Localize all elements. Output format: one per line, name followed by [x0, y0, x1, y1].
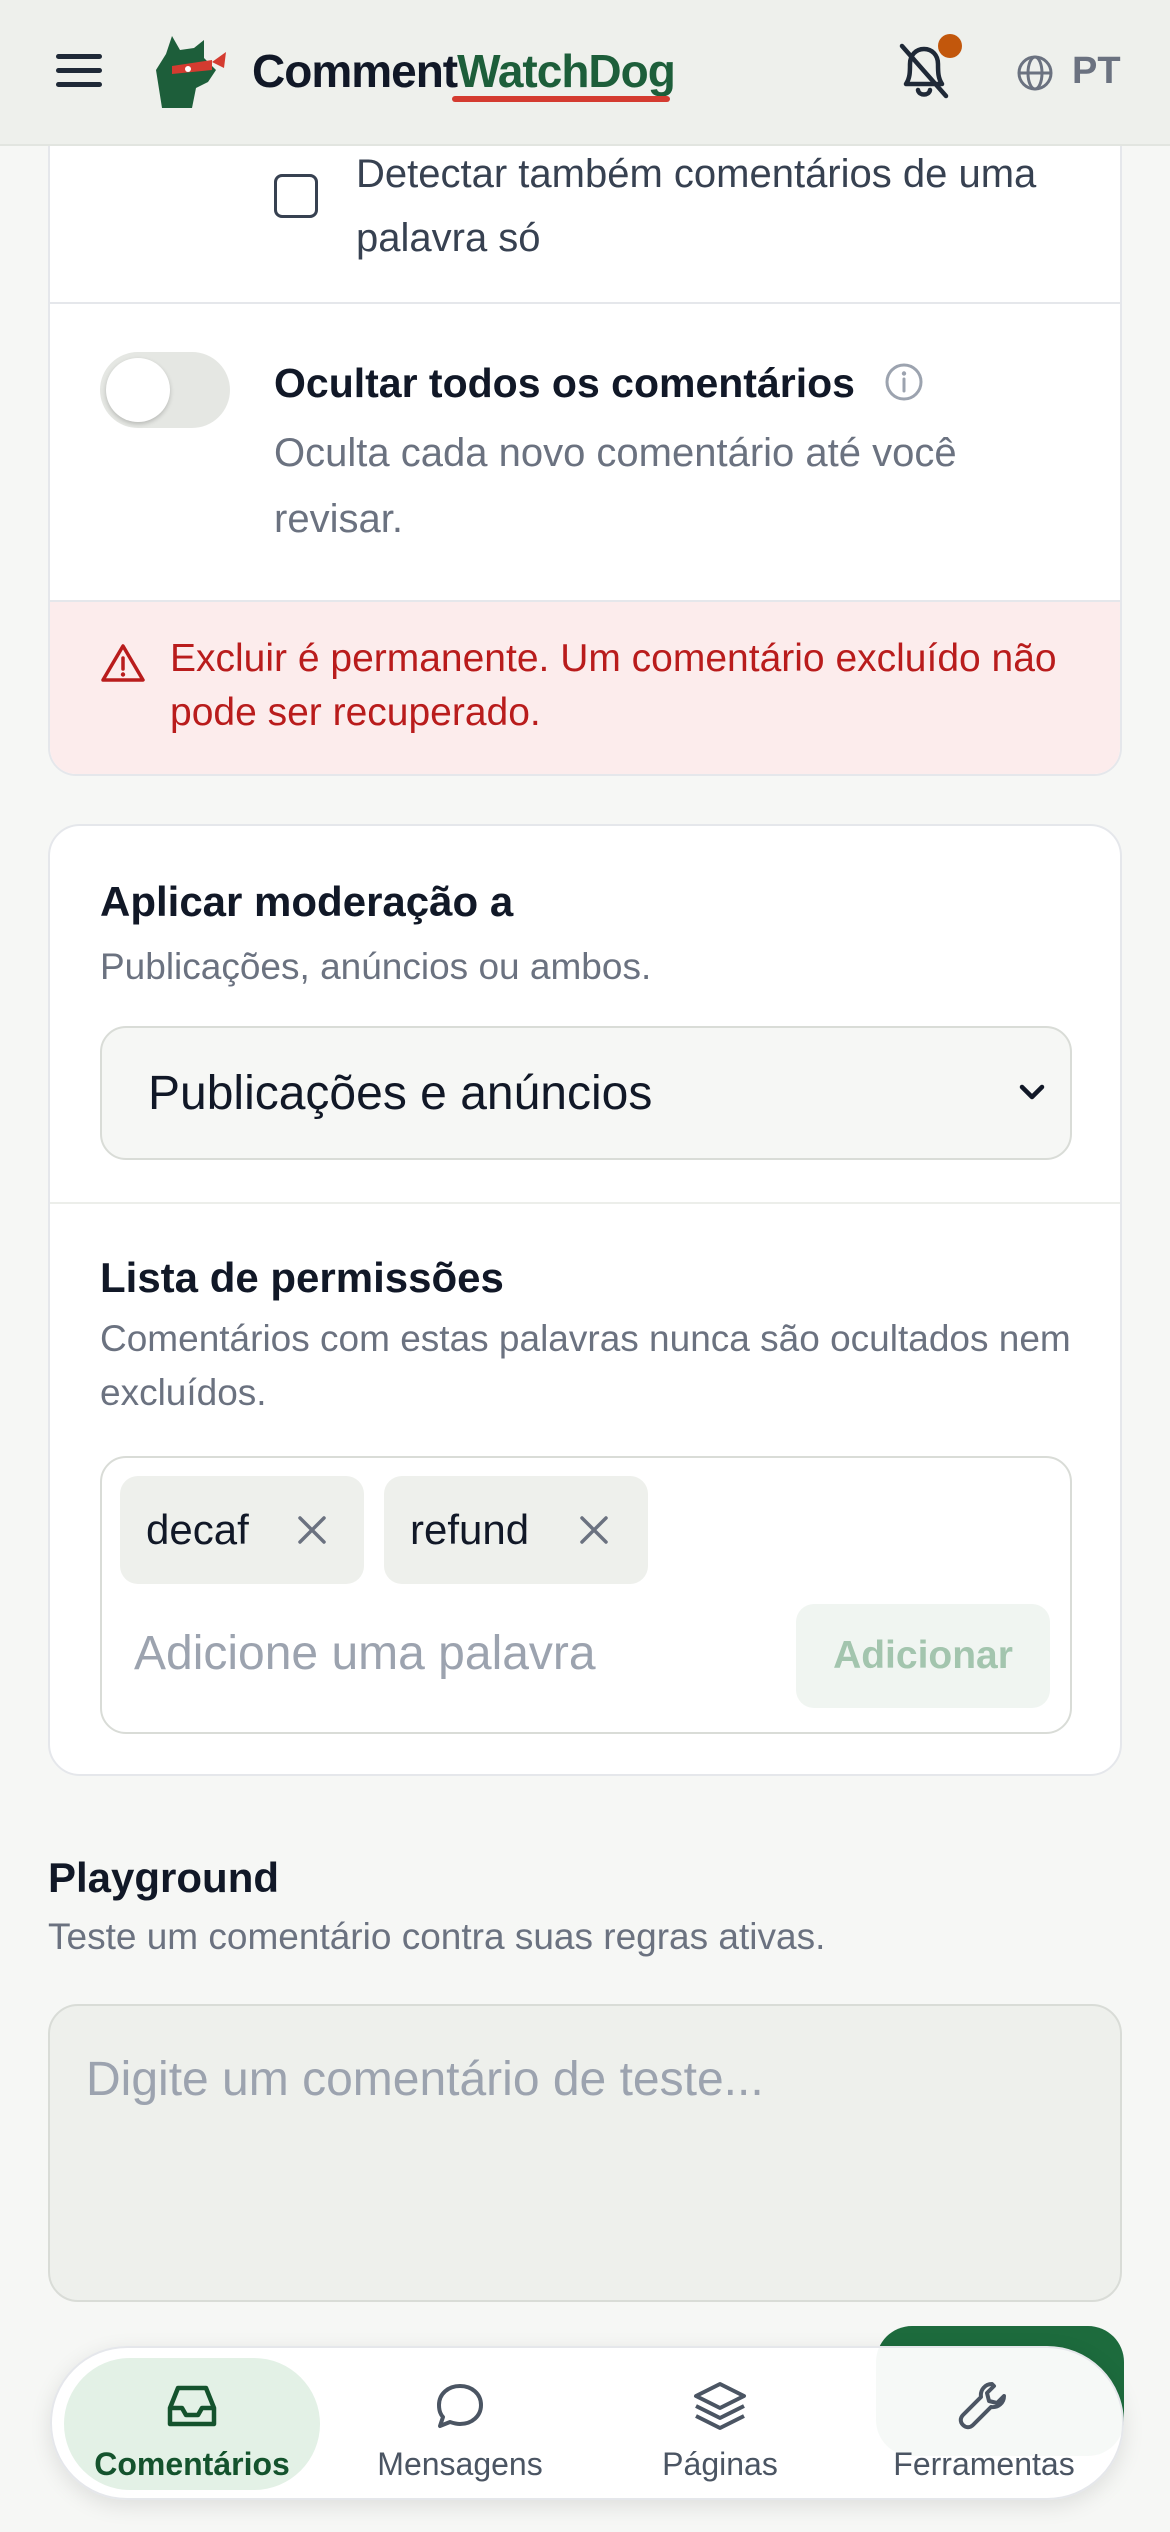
info-icon[interactable]	[884, 362, 924, 402]
globe-icon[interactable]	[1016, 54, 1054, 92]
hide-all-description: Oculta cada novo comentário até você rev…	[274, 431, 957, 541]
nav-item-tools[interactable]: Ferramentas	[856, 2358, 1112, 2490]
tag-chip-label: decaf	[146, 1506, 249, 1553]
delete-warning-alert: Excluir é permanente. Um comentário excl…	[50, 602, 1120, 774]
warning-triangle-icon	[101, 644, 145, 682]
tag-chip-label: refund	[410, 1506, 530, 1553]
tag-chip: decaf	[120, 1476, 364, 1584]
add-word-input[interactable]: Adicione uma palavra	[134, 1626, 596, 1681]
nav-item-messages[interactable]: Mensagens	[332, 2358, 588, 2490]
scope-allowlist-card: Aplicar moderação a Publicações, anúncio…	[48, 824, 1122, 1776]
allowlist-subtitle: Comentários com estas palavras nunca são…	[100, 1318, 1071, 1413]
nav-label: Páginas	[662, 2446, 778, 2482]
single-word-checkbox[interactable]	[274, 174, 318, 218]
add-word-button[interactable]: Adicionar	[796, 1604, 1050, 1708]
nav-label: Ferramentas	[893, 2446, 1075, 2482]
delete-warning-text: Excluir é permanente. Um comentário excl…	[170, 637, 1057, 734]
apply-to-subtitle: Publicações, anúncios ou ambos.	[100, 946, 652, 987]
nav-item-pages[interactable]: Páginas	[592, 2358, 848, 2490]
remove-tag-icon[interactable]	[292, 1510, 332, 1550]
playground-title: Playground	[48, 1854, 280, 1901]
add-word-button-label: Adicionar	[833, 1634, 1013, 1677]
playground-subtitle: Teste um comentário contra suas regras a…	[48, 1916, 826, 1957]
brand-part-comment: Comment	[252, 45, 458, 97]
notification-dot	[938, 34, 962, 58]
language-selector[interactable]: PT	[1072, 50, 1121, 93]
apply-to-title: Aplicar moderação a	[100, 878, 514, 925]
divider	[50, 302, 1120, 304]
brand-part-watchdog: WatchDog	[457, 45, 676, 97]
apply-to-selected-value: Publicações e anúncios	[148, 1067, 653, 1120]
wrench-icon	[958, 2382, 1006, 2430]
divider	[50, 1202, 1120, 1204]
hide-all-toggle[interactable]	[100, 352, 230, 428]
toggle-knob	[106, 358, 170, 422]
nav-label: Mensagens	[377, 2446, 543, 2482]
brand-name[interactable]: CommentWatchDog	[252, 44, 676, 98]
nav-label: Comentários	[94, 2446, 290, 2482]
brand-underline	[452, 96, 670, 102]
tag-chip: refund	[384, 1476, 648, 1584]
chevron-down-icon	[1019, 1084, 1045, 1100]
nav-item-comments[interactable]: Comentários	[64, 2358, 320, 2490]
allowlist-tag-input: decaf refund Adicione uma palavra Adicio…	[100, 1456, 1072, 1734]
playground-placeholder: Digite um comentário de teste...	[86, 2053, 764, 2106]
playground-comment-input[interactable]: Digite um comentário de teste...	[48, 2004, 1122, 2302]
menu-icon[interactable]	[56, 54, 102, 92]
app-header: CommentWatchDog PT	[0, 0, 1170, 146]
apply-to-select[interactable]: Publicações e anúncios	[100, 1026, 1072, 1160]
bottom-navigation: Comentários Mensagens Páginas Ferramenta…	[50, 2346, 1124, 2500]
chat-bubble-icon	[437, 2384, 483, 2428]
inbox-icon	[167, 2385, 217, 2427]
moderation-options-card: Detectar também comentários de uma palav…	[48, 120, 1122, 776]
allowlist-title: Lista de permissões	[100, 1254, 504, 1301]
layers-icon	[694, 2382, 746, 2430]
watchdog-logo-icon	[156, 36, 226, 108]
remove-tag-icon[interactable]	[574, 1510, 614, 1550]
single-word-checkbox-label[interactable]: Detectar também comentários de uma palav…	[356, 142, 1076, 270]
hide-all-title: Ocultar todos os comentários	[274, 360, 855, 406]
